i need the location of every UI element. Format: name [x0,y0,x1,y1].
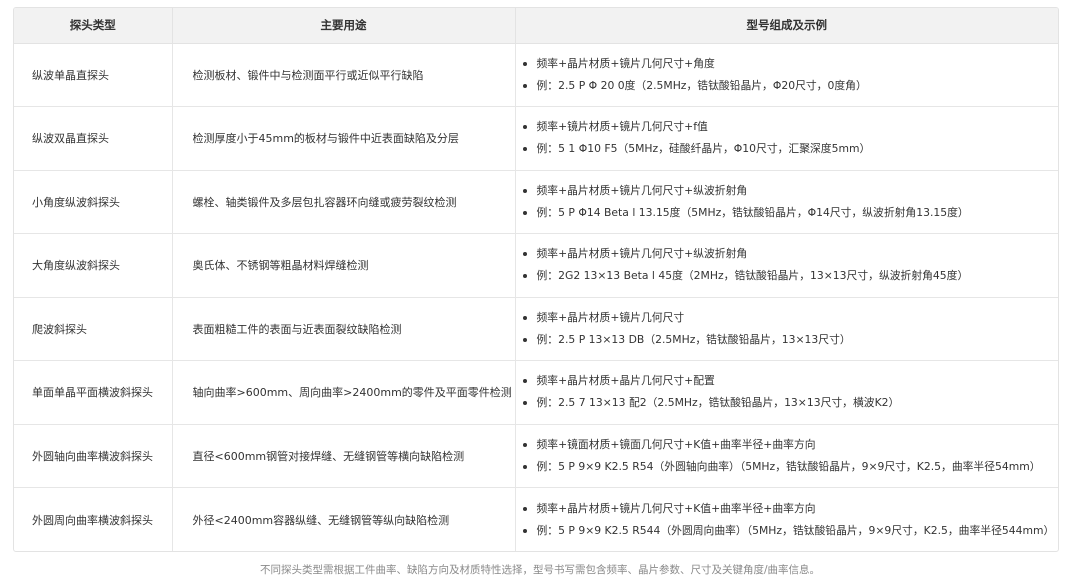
table-row: 纵波双晶直探头 检测厚度小于45mm的板材与锻件中近表面缺陷及分层 频率+镜片材质+… [14,106,1059,171]
example-bullet: 例：5 P Φ14 Beta l 13.15度（5MHz，锆钛酸铅晶片，Φ14尺… [522,202,1059,224]
bullet-dot-icon [522,401,527,406]
model-composition-cell: 频率+镜片材质+镜片几何尺寸+f值例：5 1 Φ10 F5（5MHz，硅酸纤晶片… [515,106,1059,171]
example-bullet: 例：5 1 Φ10 F5（5MHz，硅酸纤晶片，Φ10尺寸，汇聚深度5mm） [522,138,1059,160]
bullet-dot-icon [522,252,527,257]
table-row: 外圆周向曲率横波斜探头 外径<2400mm容器纵缝、无缝钢管等纵向缺陷检测 频率+晶… [14,487,1058,552]
model-bullet-list: 频率+晶片材质+镜片几何尺寸+纵波折射角例：5 P Φ14 Beta l 13.… [522,180,1059,224]
model-bullet-list: 频率+镜片材质+镜片几何尺寸+f值例：5 1 Φ10 F5（5MHz，硅酸纤晶片… [522,116,1059,160]
probe-type-cell: 大角度纵波斜探头 [14,233,173,298]
composition-bullet: 频率+晶片材质+镜片几何尺寸+K值+曲率半径+曲率方向 [522,498,1059,520]
main-use-cell: 检测厚度小于45mm的板材与锻件中近表面缺陷及分层 [172,106,516,171]
example-bullet: 例：2.5 7 13×13 配2（2.5MHz，锆钛酸铅晶片，13×13尺寸，横… [522,392,1059,414]
main-use-cell: 检测板材、锻件中与检测面平行或近似平行缺陷 [172,43,516,107]
main-use-cell: 奥氏体、不锈钢等粗晶材料焊缝检测 [172,233,516,298]
composition-bullet-text: 频率+镜面材质+镜面几何尺寸+K值+曲率半径+曲率方向 [536,437,816,451]
table-header: 探头类型 主要用途 型号组成及示例 [14,8,1058,44]
header-model-composition: 型号组成及示例 [515,8,1058,44]
model-composition-cell: 频率+晶片材质+晶片几何尺寸+配置例：2.5 7 13×13 配2（2.5MHz… [515,360,1059,425]
table-row: 爬波斜探头 表面粗糙工件的表面与近表面裂纹缺陷检测 频率+晶片材质+镜片几何尺寸 例：… [14,297,1058,361]
example-bullet-text: 例：2G2 13×13 Beta l 45度（2MHz，锆钛酸铅晶片，13×13… [536,269,969,283]
bullet-dot-icon [522,210,527,215]
main-use-cell: 表面粗糙工件的表面与近表面裂纹缺陷检测 [172,297,516,361]
main-use-cell: 螺栓、轴类锻件及多层包扎容器环向缝或疲劳裂纹检测 [172,170,516,234]
bullet-dot-icon [522,147,527,152]
composition-bullet: 频率+晶片材质+镜片几何尺寸+纵波折射角 [522,180,1059,202]
example-bullet: 例：2.5 P Φ 20 0度（2.5MHz，锆钛酸铅晶片，Φ20尺寸，0度角） [522,75,1059,97]
probe-type-cell: 外圆轴向曲率横波斜探头 [14,424,173,488]
model-bullet-list: 频率+晶片材质+镜片几何尺寸+K值+曲率半径+曲率方向例：5 P 9×9 K2.… [522,498,1059,542]
header-probe-type: 探头类型 [14,8,173,44]
header-row: 探头类型 主要用途 型号组成及示例 [14,8,1058,44]
model-bullet-list: 频率+晶片材质+镜片几何尺寸+纵波折射角例：2G2 13×13 Beta l 4… [522,243,1059,287]
model-composition-cell: 频率+镜面材质+镜面几何尺寸+K值+曲率半径+曲率方向例：5 P 9×9 K2.… [515,424,1058,488]
example-bullet-text: 例：5 P Φ14 Beta l 13.15度（5MHz，锆钛酸铅晶片，Φ14尺… [536,205,969,219]
bullet-dot-icon [522,442,527,447]
example-bullet-text: 例：2.5 P 13×13 DB（2.5MHz，锆钛酸铅晶片，13×13尺寸） [536,332,851,346]
bullet-dot-icon [522,528,527,533]
footnote: 不同探头类型需根据工件曲率、缺陷方向及材质特性选择，型号书写需包含频率、晶片参数… [259,564,821,576]
composition-bullet: 频率+晶片材质+镜片几何尺寸 [522,307,1059,329]
probe-type-cell: 小角度纵波斜探头 [14,170,173,234]
composition-bullet-text: 频率+晶片材质+镜片几何尺寸+角度 [536,56,715,70]
composition-bullet: 频率+镜片材质+镜片几何尺寸+f值 [522,116,1059,138]
header-main-use: 主要用途 [172,8,516,44]
composition-bullet-text: 频率+镜片材质+镜片几何尺寸+f值 [536,120,708,134]
example-bullet: 例：2.5 P 13×13 DB（2.5MHz，锆钛酸铅晶片，13×13尺寸） [522,329,1059,351]
main-use-cell: 外径<2400mm容器纵缝、无缝钢管等纵向缺陷检测 [172,487,516,551]
bullet-dot-icon [522,83,527,88]
example-bullet-text: 例：2.5 7 13×13 配2（2.5MHz，锆钛酸铅晶片，13×13尺寸，横… [536,396,900,410]
table-row: 纵波单晶直探头 检测板材、锻件中与检测面平行或近似平行缺陷 频率+晶片材质+镜片几何… [14,43,1058,107]
probe-table: 探头类型 主要用途 型号组成及示例 纵波单晶直探头 检测板材、锻件中与检测面平行或… [14,8,1058,551]
model-composition-cell: 频率+晶片材质+镜片几何尺寸+纵波折射角例：5 P Φ14 Beta l 13.… [515,170,1058,234]
model-composition-cell: 频率+晶片材质+镜片几何尺寸+K值+曲率半径+曲率方向例：5 P 9×9 K2.… [515,488,1058,552]
example-bullet-text: 例：5 1 Φ10 F5（5MHz，硅酸纤晶片，Φ10尺寸，汇聚深度5mm） [536,142,871,156]
bullet-dot-icon [522,379,527,384]
bullet-dot-icon [522,506,527,511]
composition-bullet: 频率+镜面材质+镜面几何尺寸+K值+曲率半径+曲率方向 [522,434,1059,456]
bullet-dot-icon [522,315,527,320]
composition-bullet-text: 频率+晶片材质+晶片几何尺寸+配置 [536,374,715,388]
example-bullet-text: 例：5 P 9×9 K2.5 R54（外圆轴向曲率）（5MHz，锆钛酸铅晶片，9… [536,459,1041,473]
model-bullet-list: 频率+镜面材质+镜面几何尺寸+K值+曲率半径+曲率方向例：5 P 9×9 K2.… [522,434,1059,478]
table-row: 大角度纵波斜探头 奥氏体、不锈钢等粗晶材料焊缝检测 频率+晶片材质+镜片几何尺寸+纵… [14,233,1059,298]
main-use-cell: 直径<600mm钢管对接焊缝、无缝钢管等横向缺陷检测 [172,424,516,488]
table-body: 纵波单晶直探头 检测板材、锻件中与检测面平行或近似平行缺陷 频率+晶片材质+镜片几何… [14,43,1058,551]
bullet-dot-icon [522,188,527,193]
probe-type-cell: 纵波单晶直探头 [14,43,173,107]
table-row: 单面单晶平面横波斜探头 轴向曲率>600mm、周向曲率>2400mm的零件及平面零… [14,360,1059,425]
composition-bullet: 频率+晶片材质+晶片几何尺寸+配置 [522,370,1059,392]
probe-table-container: 探头类型 主要用途 型号组成及示例 纵波单晶直探头 检测板材、锻件中与检测面平行或… [13,7,1059,552]
example-bullet: 例：2G2 13×13 Beta l 45度（2MHz，锆钛酸铅晶片，13×13… [522,265,1059,287]
bullet-dot-icon [522,125,527,130]
model-composition-cell: 频率+晶片材质+镜片几何尺寸+角度例：2.5 P Φ 20 0度（2.5MHz，… [515,43,1058,107]
probe-type-cell: 爬波斜探头 [14,297,173,361]
table-row: 小角度纵波斜探头 螺栓、轴类锻件及多层包扎容器环向缝或疲劳裂纹检测 频率+晶片材质+… [14,170,1058,234]
example-bullet-text: 例：5 P 9×9 K2.5 R544（外圆周向曲率）（5MHz，锆钛酸铅晶片，… [536,523,1055,537]
main-use-cell: 轴向曲率>600mm、周向曲率>2400mm的零件及平面零件检测 [172,360,516,425]
bullet-dot-icon [522,61,527,66]
composition-bullet: 频率+晶片材质+镜片几何尺寸+纵波折射角 [522,243,1059,265]
page: 探头类型 主要用途 型号组成及示例 纵波单晶直探头 检测板材、锻件中与检测面平行或… [0,0,1080,581]
table-row: 外圆轴向曲率横波斜探头 直径<600mm钢管对接焊缝、无缝钢管等横向缺陷检测 频率+… [14,424,1058,488]
composition-bullet: 频率+晶片材质+镜片几何尺寸+角度 [522,53,1059,75]
model-composition-cell: 频率+晶片材质+镜片几何尺寸+纵波折射角例：2G2 13×13 Beta l 4… [515,233,1059,298]
composition-bullet-text: 频率+晶片材质+镜片几何尺寸+纵波折射角 [536,247,748,261]
model-bullet-list: 频率+晶片材质+晶片几何尺寸+配置例：2.5 7 13×13 配2（2.5MHz… [522,370,1059,414]
model-bullet-list: 频率+晶片材质+镜片几何尺寸+角度例：2.5 P Φ 20 0度（2.5MHz，… [522,53,1059,97]
example-bullet-text: 例：2.5 P Φ 20 0度（2.5MHz，锆钛酸铅晶片，Φ20尺寸，0度角） [536,78,867,92]
bullet-dot-icon [522,274,527,279]
composition-bullet-text: 频率+晶片材质+镜片几何尺寸+纵波折射角 [536,183,748,197]
composition-bullet-text: 频率+晶片材质+镜片几何尺寸+K值+曲率半径+曲率方向 [536,501,816,515]
bullet-dot-icon [522,464,527,469]
bullet-dot-icon [522,337,527,342]
model-composition-cell: 频率+晶片材质+镜片几何尺寸例：2.5 P 13×13 DB（2.5MHz，锆钛… [515,297,1058,361]
probe-type-cell: 纵波双晶直探头 [14,106,173,171]
probe-type-cell: 外圆周向曲率横波斜探头 [14,487,173,551]
example-bullet: 例：5 P 9×9 K2.5 R544（外圆周向曲率）（5MHz，锆钛酸铅晶片，… [522,520,1059,542]
example-bullet: 例：5 P 9×9 K2.5 R54（外圆轴向曲率）（5MHz，锆钛酸铅晶片，9… [522,456,1059,478]
probe-type-cell: 单面单晶平面横波斜探头 [14,360,173,425]
model-bullet-list: 频率+晶片材质+镜片几何尺寸例：2.5 P 13×13 DB（2.5MHz，锆钛… [522,307,1059,351]
composition-bullet-text: 频率+晶片材质+镜片几何尺寸 [536,310,685,324]
